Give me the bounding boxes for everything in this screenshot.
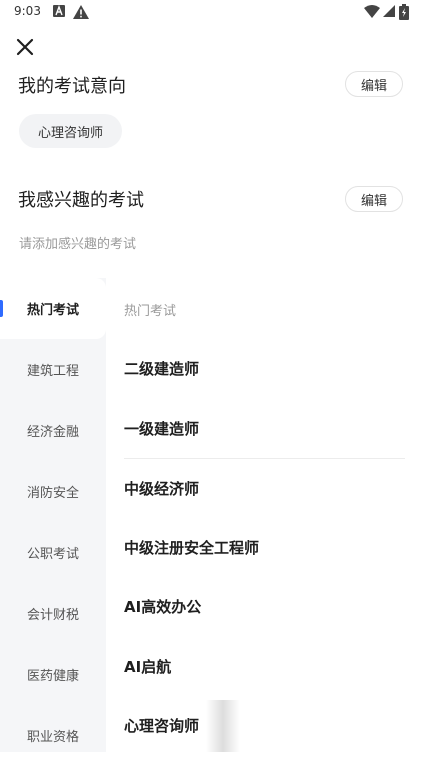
exam-intent-title: 我的考试意向 bbox=[18, 76, 126, 97]
status-bar: 9:03 bbox=[0, 0, 423, 26]
battery-charging-icon bbox=[399, 4, 409, 20]
exam-list-item[interactable]: 一级建造师 bbox=[124, 398, 405, 458]
exam-interest-title: 我感兴趣的考试 bbox=[18, 190, 144, 211]
category-sidebar: 热门考试 建筑工程 经济金融 消防安全 公职考试 会计财税 医药健康 职业资格 bbox=[0, 278, 106, 752]
category-construction[interactable]: 建筑工程 bbox=[0, 339, 106, 400]
exam-list-header: 热门考试 bbox=[124, 304, 177, 319]
category-professional-qualification[interactable]: 职业资格 bbox=[0, 705, 106, 766]
category-fire-safety[interactable]: 消防安全 bbox=[0, 461, 106, 522]
touch-ripple bbox=[206, 700, 240, 752]
exam-list-item[interactable]: 中级经济师 bbox=[124, 458, 405, 518]
wifi-icon bbox=[364, 5, 380, 18]
exam-list-item[interactable]: AI高效办公 bbox=[124, 576, 405, 636]
category-economy-finance[interactable]: 经济金融 bbox=[0, 400, 106, 461]
exam-list-item[interactable]: 二级建造师 bbox=[124, 338, 405, 398]
warning-icon bbox=[73, 5, 89, 19]
exam-list-item[interactable]: AI启航 bbox=[124, 636, 405, 696]
interest-hint: 请添加感兴趣的考试 bbox=[19, 237, 137, 252]
category-medicine-health[interactable]: 医药健康 bbox=[0, 644, 106, 705]
edit-intent-button[interactable]: 编辑 bbox=[345, 71, 403, 97]
category-civil-service[interactable]: 公职考试 bbox=[0, 522, 106, 583]
status-time: 9:03 bbox=[14, 4, 41, 18]
cellular-signal-icon bbox=[383, 5, 395, 17]
notification-a-icon bbox=[53, 5, 65, 17]
edit-interest-button[interactable]: 编辑 bbox=[345, 186, 403, 212]
category-hot-exams[interactable]: 热门考试 bbox=[0, 278, 106, 339]
exam-list-item[interactable]: 中级注册安全工程师 bbox=[124, 517, 405, 577]
exam-list-item[interactable]: 心理咨询师 bbox=[124, 695, 405, 755]
intent-chip[interactable]: 心理咨询师 bbox=[19, 114, 123, 148]
close-icon[interactable] bbox=[16, 38, 34, 56]
category-accounting-tax[interactable]: 会计财税 bbox=[0, 583, 106, 644]
